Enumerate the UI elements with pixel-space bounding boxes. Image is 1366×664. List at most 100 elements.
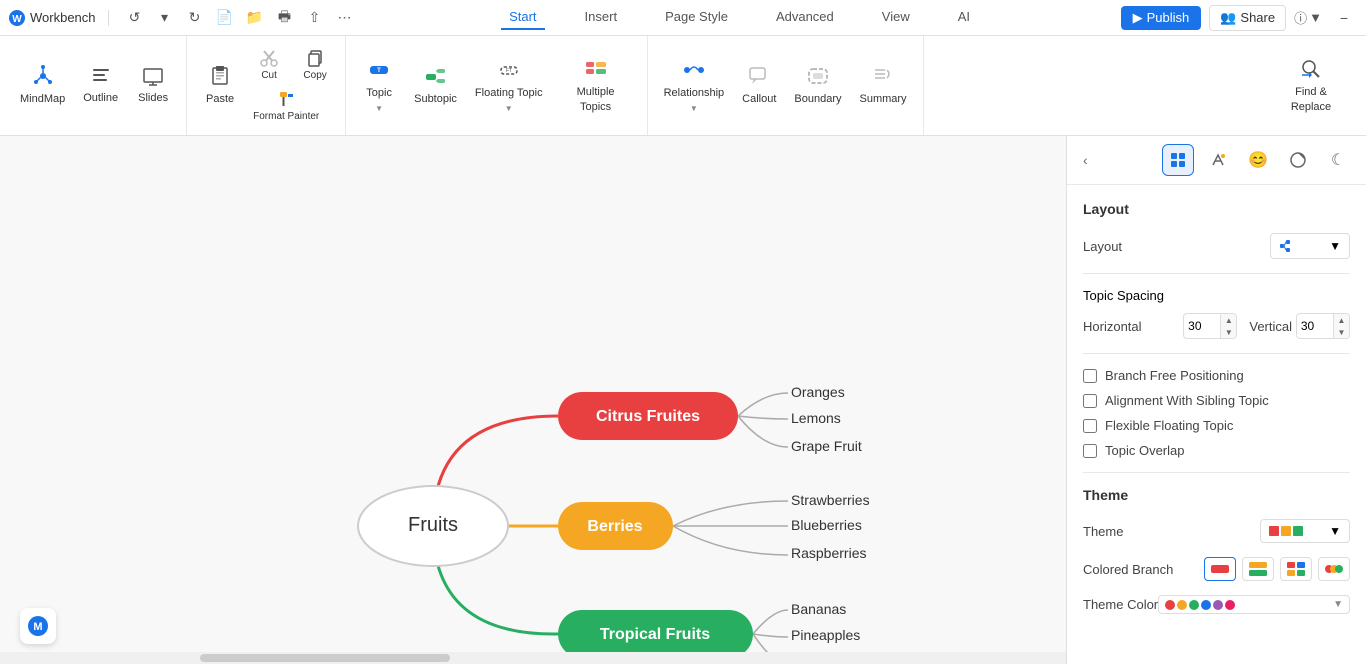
summary-icon xyxy=(871,64,895,88)
layout-select-arrow: ▼ xyxy=(1329,239,1341,253)
theme-color-bar[interactable]: ▼ xyxy=(1158,595,1350,614)
multiple-topics-button[interactable]: Multiple Topics xyxy=(553,53,639,118)
share-button[interactable]: 👥 Share xyxy=(1209,5,1286,31)
relationship-button[interactable]: Relationship ▼ xyxy=(656,54,733,117)
tab-start[interactable]: Start xyxy=(501,5,544,30)
svg-text:Lemons: Lemons xyxy=(791,410,841,426)
cut-button[interactable]: Cut xyxy=(247,45,291,85)
panel-collapse-button[interactable]: ‹ xyxy=(1079,148,1092,172)
branch-free-checkbox[interactable] xyxy=(1083,369,1097,383)
file-button[interactable]: 📄 xyxy=(211,4,239,32)
color-pink xyxy=(1225,600,1235,610)
boundary-icon xyxy=(806,64,830,88)
topic-arrow: ▼ xyxy=(375,104,383,113)
branch-opt-4[interactable] xyxy=(1318,557,1350,581)
format-painter-icon xyxy=(277,90,295,108)
color-red xyxy=(1165,600,1175,610)
panel-tab-emoji[interactable]: 😊 xyxy=(1242,144,1274,176)
slides-view-button[interactable]: Slides xyxy=(128,61,178,109)
undo-dropdown[interactable]: ▾ xyxy=(151,4,179,32)
branch-opt-2[interactable] xyxy=(1242,557,1274,581)
main-content: Fruits Citrus Fruites Berries Tropical F… xyxy=(0,136,1366,664)
more-button[interactable]: ⋯ xyxy=(331,4,359,32)
share-label: Share xyxy=(1240,10,1275,25)
view-group: MindMap Outline Slides xyxy=(4,36,187,135)
canvas-scrollbar[interactable] xyxy=(0,652,1066,664)
color-dropdown-arrow: ▼ xyxy=(1333,599,1343,610)
horizontal-down[interactable]: ▼ xyxy=(1220,326,1236,338)
vertical-input[interactable]: 30 ▲ ▼ xyxy=(1296,313,1350,339)
vertical-value[interactable]: 30 xyxy=(1297,316,1333,336)
boundary-label: Boundary xyxy=(794,92,841,106)
panel-tab-style[interactable] xyxy=(1282,144,1314,176)
vertical-down[interactable]: ▼ xyxy=(1333,326,1349,338)
redo-button[interactable]: ↻ xyxy=(181,4,209,32)
nav-tabs: Start Insert Page Style Advanced View AI xyxy=(367,5,1113,30)
format-painter-row: Format Painter xyxy=(247,86,337,126)
topic-button[interactable]: T Topic ▼ xyxy=(354,54,404,117)
spacing-divider xyxy=(1083,273,1350,274)
vertical-up[interactable]: ▲ xyxy=(1333,314,1349,326)
alignment-sibling-checkbox[interactable] xyxy=(1083,394,1097,408)
tab-page-style[interactable]: Page Style xyxy=(657,5,736,30)
app-name: Workbench xyxy=(30,10,96,25)
floating-topic-button[interactable]: FT Floating Topic ▼ xyxy=(467,54,551,117)
horizontal-input[interactable]: 30 ▲ ▼ xyxy=(1183,313,1237,339)
svg-text:Raspberries: Raspberries xyxy=(791,545,866,561)
callout-button[interactable]: Callout xyxy=(734,60,784,110)
subtopic-button[interactable]: Subtopic xyxy=(406,60,465,110)
canvas[interactable]: Fruits Citrus Fruites Berries Tropical F… xyxy=(0,136,1066,664)
find-replace-label: Find & Replace xyxy=(1276,85,1346,114)
theme-preview-orange xyxy=(1281,526,1291,536)
theme-section-title: Theme xyxy=(1083,487,1350,503)
theme-select[interactable]: ▼ xyxy=(1260,519,1350,543)
format-painter-button[interactable]: Format Painter xyxy=(247,86,325,126)
print-button[interactable]: 🖶 xyxy=(271,4,299,32)
layout-select-icon xyxy=(1279,238,1295,254)
export-button[interactable]: ⇧ xyxy=(301,4,329,32)
topic-overlap-checkbox[interactable] xyxy=(1083,444,1097,458)
cut-icon xyxy=(260,49,278,67)
floating-topic-icon: FT xyxy=(497,58,521,82)
slides-label: Slides xyxy=(138,91,168,105)
mindmap-view-button[interactable]: MindMap xyxy=(12,60,73,110)
branch-opt-1[interactable] xyxy=(1204,557,1236,581)
panel-tab-dark[interactable]: ☾ xyxy=(1322,144,1354,176)
colored-branch-label: Colored Branch xyxy=(1083,562,1173,577)
summary-button[interactable]: Summary xyxy=(851,60,914,110)
panel-tab-layout[interactable] xyxy=(1162,144,1194,176)
paste-button[interactable]: Paste xyxy=(195,60,245,110)
branch-opt-2-icon xyxy=(1248,561,1268,577)
tab-ai[interactable]: AI xyxy=(950,5,978,30)
layout-select[interactable]: ▼ xyxy=(1270,233,1350,259)
svg-text:Pineapples: Pineapples xyxy=(791,627,860,643)
app-logo: W Workbench xyxy=(8,9,96,27)
horizontal-up[interactable]: ▲ xyxy=(1220,314,1236,326)
minimize-button[interactable]: − xyxy=(1330,4,1358,32)
scrollbar-thumb[interactable] xyxy=(200,654,450,662)
tab-insert[interactable]: Insert xyxy=(577,5,626,30)
flexible-floating-checkbox[interactable] xyxy=(1083,419,1097,433)
color-orange xyxy=(1177,600,1187,610)
publish-button[interactable]: ▶ Publish xyxy=(1121,6,1202,30)
color-purple xyxy=(1213,600,1223,610)
ai-panel-icon xyxy=(1209,151,1227,169)
horizontal-value[interactable]: 30 xyxy=(1184,316,1220,336)
logo-icon: W xyxy=(8,9,26,27)
tab-view[interactable]: View xyxy=(874,5,918,30)
branch-opt-3[interactable] xyxy=(1280,557,1312,581)
branch-opt-4-icon xyxy=(1324,561,1344,577)
floating-topic-label: Floating Topic xyxy=(475,86,543,100)
svg-text:Fruits: Fruits xyxy=(408,514,458,536)
boundary-button[interactable]: Boundary xyxy=(786,60,849,110)
outline-view-button[interactable]: Outline xyxy=(75,61,126,109)
undo-button[interactable]: ↺ xyxy=(121,4,149,32)
panel-tab-ai[interactable] xyxy=(1202,144,1234,176)
folder-button[interactable]: 📁 xyxy=(241,4,269,32)
style-panel-icon xyxy=(1289,151,1307,169)
help-button[interactable]: ⓘ▼ xyxy=(1294,8,1322,27)
outline-icon xyxy=(90,65,112,87)
find-replace-button[interactable]: Find & Replace xyxy=(1268,53,1354,118)
tab-advanced[interactable]: Advanced xyxy=(768,5,842,30)
copy-button[interactable]: Copy xyxy=(293,45,337,85)
